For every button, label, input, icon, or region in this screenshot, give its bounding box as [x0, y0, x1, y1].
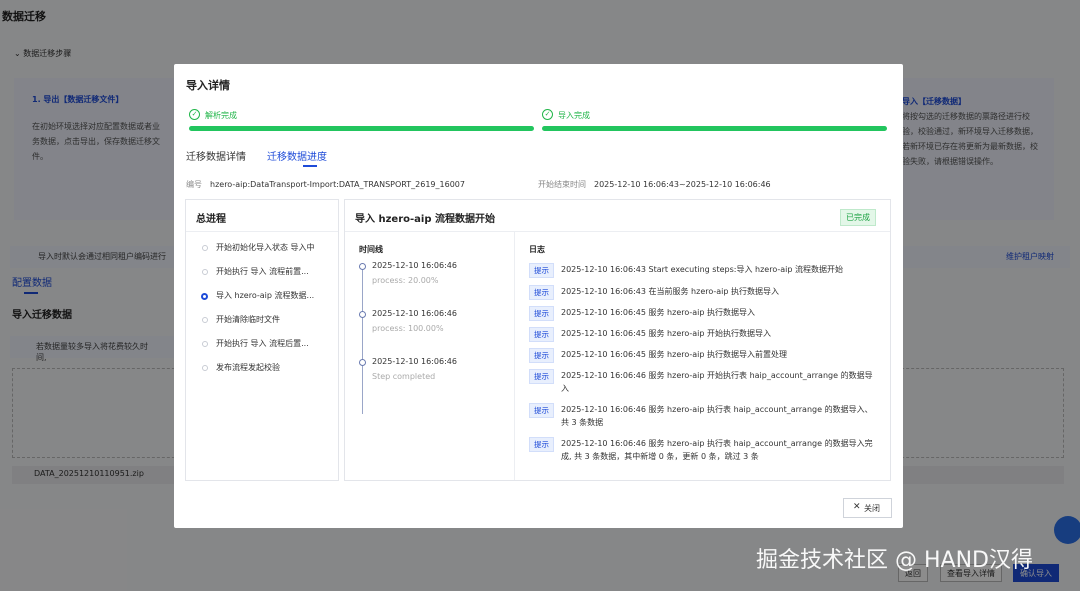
stage-progress-bar: [189, 126, 534, 131]
meta-time-label: 开始结束时间: [538, 180, 586, 189]
stage-progress-bar: [542, 126, 887, 131]
log-tag: 提示: [529, 306, 554, 321]
tab-migration-progress[interactable]: 迁移数据进度: [267, 148, 327, 163]
progress-step[interactable]: 开始初始化导入状态 导入中: [216, 242, 334, 253]
timeline-time: 2025-12-10 16:06:46: [372, 357, 457, 366]
log-text: 2025-12-10 16:06:46 服务 hzero-aip 执行表 hai…: [561, 439, 873, 461]
meta-id-value: hzero-aip:DataTransport-Import:DATA_TRAN…: [210, 180, 465, 189]
step-dot-icon: [202, 341, 208, 347]
tab-active-underline: [303, 165, 317, 167]
timeline-node-icon: [359, 359, 366, 366]
check-circle-icon: ✓: [189, 109, 200, 120]
close-icon: ✕: [853, 502, 861, 512]
log-text: 2025-12-10 16:06:45 服务 hzero-aip 执行数据导入: [561, 308, 756, 317]
step-detail-title: 导入 hzero-aip 流程数据开始: [355, 214, 495, 225]
timeline-sub: process: 20.00%: [372, 276, 439, 285]
overall-progress-panel: 总进程 开始初始化导入状态 导入中 开始执行 导入 流程前置... 导入 hze…: [185, 199, 339, 481]
log-tag: 提示: [529, 327, 554, 342]
step-dot-icon: [202, 245, 208, 251]
stage-import: ✓ 导入完成: [542, 109, 887, 132]
log-tag: 提示: [529, 437, 554, 452]
log-text: 2025-12-10 16:06:45 服务 hzero-aip 执行数据导入前…: [561, 350, 788, 359]
watermark: 掘金技术社区 @ HAND汉得: [756, 548, 1033, 573]
log-text: 2025-12-10 16:06:46 服务 hzero-aip 开始执行表 h…: [561, 371, 873, 393]
stage-parse: ✓ 解析完成: [189, 109, 534, 132]
divider: [345, 231, 890, 232]
stage-label: 解析完成: [205, 111, 237, 120]
timeline-header: 时间线: [359, 245, 383, 254]
divider-vertical: [514, 231, 515, 480]
meta-time: 开始结束时间 2025-12-10 16:06:43~2025-12-10 16:…: [538, 179, 771, 190]
log-tag: 提示: [529, 403, 554, 418]
timeline-node-icon: [359, 263, 366, 270]
tab-migration-detail[interactable]: 迁移数据详情: [186, 148, 246, 163]
modal-title: 导入详情: [186, 79, 230, 92]
timeline-sub: Step completed: [372, 372, 436, 381]
progress-step[interactable]: 开始清除临时文件: [216, 314, 334, 325]
progress-step[interactable]: 开始执行 导入 流程后置...: [216, 338, 334, 349]
step-dot-active-icon: [201, 293, 208, 300]
overall-progress-title: 总进程: [196, 214, 226, 225]
log-header: 日志: [529, 245, 545, 254]
close-button-label: 关闭: [864, 504, 880, 513]
log-text: 2025-12-10 16:06:45 服务 hzero-aip 开始执行数据导…: [561, 329, 772, 338]
meta-id: 编号 hzero-aip:DataTransport-Import:DATA_TR…: [186, 179, 465, 190]
log-tag: 提示: [529, 285, 554, 300]
progress-step-active[interactable]: 导入 hzero-aip 流程数据...: [216, 290, 334, 301]
timeline-line: [362, 270, 363, 414]
step-dot-icon: [202, 269, 208, 275]
stage-label: 导入完成: [558, 111, 590, 120]
timeline-sub: process: 100.00%: [372, 324, 444, 333]
close-button[interactable]: ✕ 关闭: [843, 498, 892, 518]
log-tag: 提示: [529, 369, 554, 384]
timeline-time: 2025-12-10 16:06:46: [372, 309, 457, 318]
timeline-time: 2025-12-10 16:06:46: [372, 261, 457, 270]
step-dot-icon: [202, 317, 208, 323]
log-text: 2025-12-10 16:06:46 服务 hzero-aip 执行表 hai…: [561, 405, 873, 427]
step-dot-icon: [202, 365, 208, 371]
progress-step[interactable]: 发布流程发起校验: [216, 362, 334, 373]
meta-id-label: 编号: [186, 180, 202, 189]
progress-step[interactable]: 开始执行 导入 流程前置...: [216, 266, 334, 277]
timeline-node-icon: [359, 311, 366, 318]
meta-time-value: 2025-12-10 16:06:43~2025-12-10 16:06:46: [594, 180, 771, 189]
status-badge: 已完成: [840, 209, 876, 226]
log-text: 2025-12-10 16:06:43 Start executing step…: [561, 265, 843, 274]
import-detail-modal: 导入详情 ✓ 解析完成 ✓ 导入完成 迁移数据详情 迁移数据进度 编号 hzero…: [174, 64, 903, 528]
check-circle-icon: ✓: [542, 109, 553, 120]
log-tag: 提示: [529, 263, 554, 278]
step-detail-panel: 导入 hzero-aip 流程数据开始 已完成 时间线 2025-12-10 1…: [344, 199, 891, 481]
log-text: 2025-12-10 16:06:43 在当前服务 hzero-aip 执行数据…: [561, 287, 780, 296]
divider: [186, 231, 338, 232]
log-tag: 提示: [529, 348, 554, 363]
